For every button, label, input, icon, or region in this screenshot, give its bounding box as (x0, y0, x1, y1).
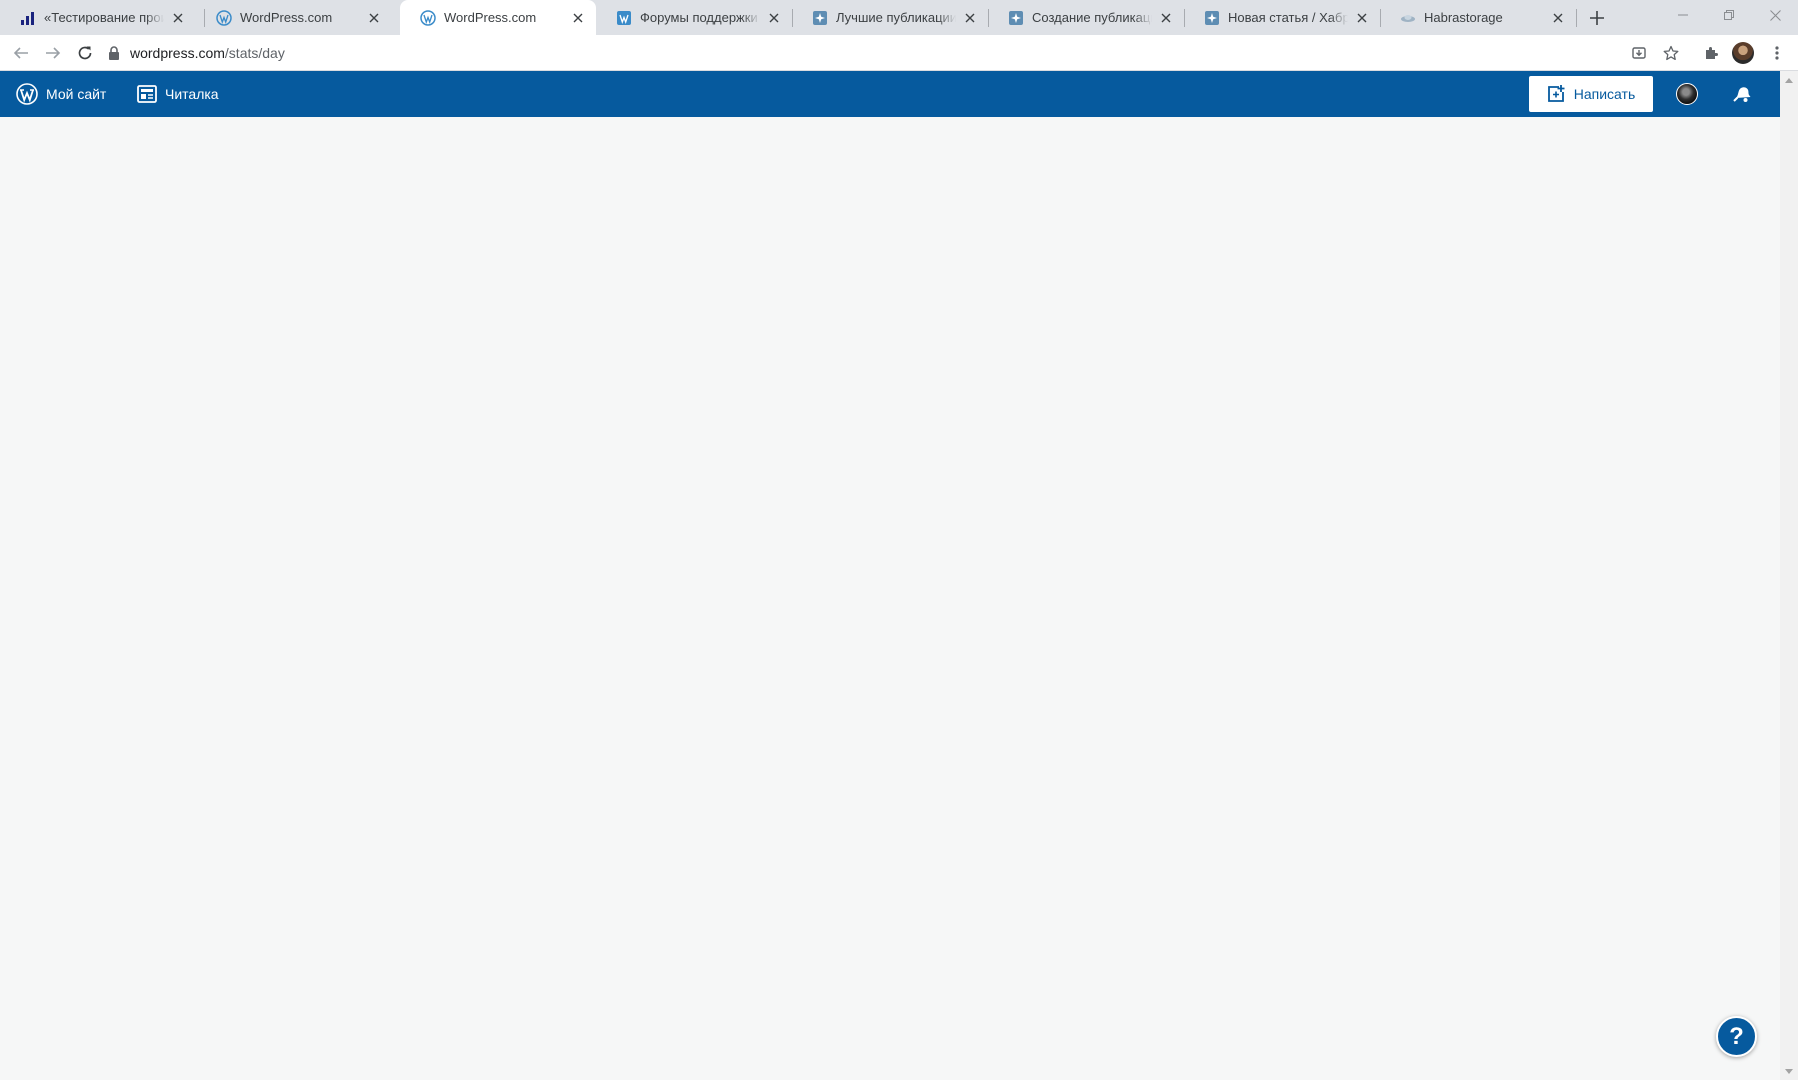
tab-divider (1576, 9, 1577, 27)
chrome-menu-icon[interactable] (1766, 42, 1788, 64)
wordpress-icon (216, 9, 232, 26)
gravatar-image (1676, 83, 1698, 105)
stats-content-area (0, 117, 1780, 1080)
close-icon[interactable] (1550, 10, 1566, 26)
browser-tab[interactable]: «Тестирование производительности (0, 0, 196, 35)
help-label: ? (1729, 1022, 1744, 1050)
my-site-link[interactable]: Мой сайт (16, 71, 106, 117)
bar-chart-icon (20, 10, 36, 26)
tab-title: WordPress.com (444, 10, 537, 25)
scroll-up-icon[interactable] (1780, 71, 1798, 88)
browser-tab[interactable]: Форумы поддержки (596, 0, 792, 35)
minimize-icon[interactable] (1660, 0, 1706, 30)
my-site-label: Мой сайт (46, 86, 107, 102)
tab-title: Лучшие публикации за сутки (836, 10, 956, 25)
close-icon[interactable] (366, 10, 382, 26)
extensions-icon[interactable] (1700, 42, 1722, 64)
wp-masterbar: Мой сайт Читалка Написать (0, 71, 1780, 117)
close-icon[interactable] (1158, 10, 1174, 26)
close-icon[interactable] (1354, 10, 1370, 26)
tab-title: «Тестирование производительности (44, 10, 164, 25)
browser-tab[interactable]: Лучшие публикации за сутки (792, 0, 988, 35)
tab-title: WordPress.com (240, 10, 333, 25)
close-icon[interactable] (170, 10, 186, 26)
habr-icon (1008, 10, 1024, 26)
browser-tab[interactable]: WordPress.com (196, 0, 392, 35)
tab-title: Создание публикации / Хабр (1032, 10, 1152, 25)
window-close-icon[interactable] (1752, 0, 1798, 30)
browser-tab-active[interactable]: WordPress.com (400, 0, 596, 35)
tab-title: Форумы поддержки (640, 10, 758, 25)
new-post-icon (1547, 85, 1565, 103)
profile-avatar[interactable] (1732, 42, 1754, 64)
url-path: /stats/day (224, 45, 285, 61)
bookmark-star-icon[interactable] (1660, 42, 1682, 64)
browser-tab-strip: «Тестирование производительности WordPre… (0, 0, 1798, 35)
close-icon[interactable] (766, 10, 782, 26)
lock-icon (108, 46, 120, 60)
close-icon[interactable] (962, 10, 978, 26)
habrastorage-icon (1400, 10, 1416, 26)
tab-title: Новая статья / Хабр (1228, 10, 1348, 25)
page-scrollbar[interactable] (1780, 71, 1798, 1080)
back-icon[interactable] (8, 40, 34, 66)
reader-label: Читалка (165, 86, 219, 102)
scroll-down-icon[interactable] (1780, 1063, 1798, 1080)
browser-toolbar: wordpress.com/stats/day (0, 35, 1798, 71)
wordpress-icon (616, 10, 632, 26)
tab-title: Habrastorage (1424, 10, 1503, 25)
new-tab-icon[interactable] (1586, 7, 1608, 29)
restore-icon[interactable] (1706, 0, 1752, 30)
reload-icon[interactable] (72, 40, 98, 66)
wordpress-icon (420, 9, 436, 26)
install-app-icon[interactable] (1628, 42, 1650, 64)
reader-link[interactable]: Читалка (137, 71, 219, 117)
browser-tab[interactable]: Новая статья / Хабр (1184, 0, 1380, 35)
account-avatar[interactable] (1675, 82, 1699, 106)
close-icon[interactable] (570, 10, 586, 26)
wordpress-logo-icon (16, 83, 38, 105)
forward-icon[interactable] (40, 40, 66, 66)
browser-tab[interactable]: Habrastorage (1380, 0, 1576, 35)
habr-icon (1204, 10, 1220, 26)
url-host: wordpress.com (130, 45, 225, 61)
reader-icon (137, 85, 157, 103)
address-bar[interactable]: wordpress.com/stats/day (108, 38, 1696, 68)
notifications-bell-icon[interactable] (1730, 82, 1754, 106)
browser-tab[interactable]: Создание публикации / Хабр (988, 0, 1184, 35)
write-button[interactable]: Написать (1529, 76, 1653, 112)
help-button[interactable]: ? (1716, 1016, 1757, 1057)
habr-icon (812, 10, 828, 26)
url-text: wordpress.com/stats/day (130, 45, 285, 61)
write-label: Написать (1573, 86, 1636, 102)
